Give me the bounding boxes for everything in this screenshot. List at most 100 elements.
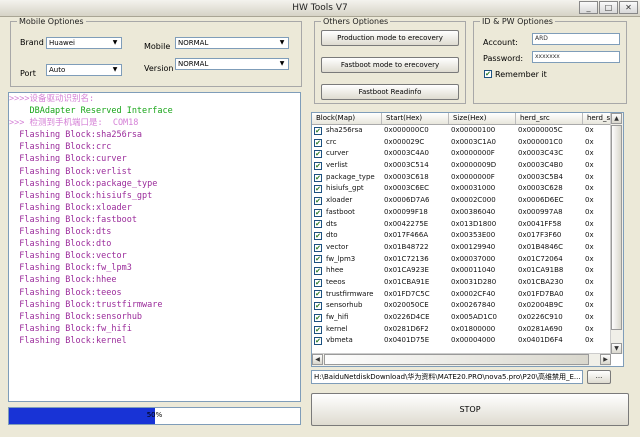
table-cell: 0x0000009D (451, 161, 497, 170)
table-cell: 0x01FD7BA0 (518, 289, 564, 298)
row-checkbox[interactable]: ✔ (314, 232, 322, 241)
table-cell: 0x0281A690 (518, 324, 563, 333)
table-row[interactable]: ✔ hisiufs_gpt 0x0003C6EC 0x00031000 0x0003C6… (312, 183, 612, 195)
mobile-select[interactable]: NORMAL ▼ (175, 37, 289, 49)
table-cell: 0x (585, 242, 594, 251)
table-row[interactable]: ✔ vbmeta 0x0401D75E 0x00004000 0x0401D6F4 0x (312, 335, 612, 347)
account-input[interactable]: ARD (532, 33, 620, 45)
log-line: >>> 检测到手机端口是: COM18 (9, 118, 139, 129)
port-select[interactable]: Auto ▼ (46, 64, 122, 76)
mobile-label: Mobile (144, 42, 171, 51)
row-checkbox[interactable]: ✔ (314, 290, 322, 299)
table-row[interactable]: ✔ teeos 0x01CBA91E 0x0031D280 0x01CBA230 0x (312, 277, 612, 289)
table-cell: 0x000001C0 (518, 137, 563, 146)
table-cell: 0x (585, 172, 594, 181)
id-pw-options-legend: ID & PW Optiones (482, 17, 553, 26)
browse-button[interactable]: ... (587, 370, 611, 384)
row-checkbox[interactable]: ✔ (314, 173, 322, 182)
progress-label: 50% (146, 411, 163, 419)
table-cell: 0x (585, 184, 594, 193)
table-row[interactable]: ✔ curver 0x0003C4A0 0x0000000F 0x0003C43C 0x (312, 148, 612, 160)
row-checkbox[interactable]: ✔ (314, 185, 322, 194)
column-header-herd-sr[interactable]: herd_sr (583, 113, 612, 124)
fastboot-mode-button[interactable]: Fastboot mode to erecovery (321, 57, 459, 73)
table-cell: 0x0031D280 (451, 277, 497, 286)
account-label: Account: (483, 38, 518, 47)
column-header-herd-src[interactable]: herd_src (516, 113, 583, 124)
row-checkbox[interactable]: ✔ (314, 255, 322, 264)
chevron-down-icon[interactable]: ▼ (110, 39, 120, 47)
row-checkbox[interactable]: ✔ (314, 278, 322, 287)
log-line: Flashing Block:dto (9, 239, 112, 250)
chevron-down-icon[interactable]: ▼ (277, 60, 287, 68)
brand-select[interactable]: Huawei ▼ (46, 37, 122, 49)
table-row[interactable]: ✔ fw_lpm3 0x01C72136 0x00037000 0x01C72064 0x (312, 254, 612, 266)
stop-button[interactable]: STOP (311, 393, 629, 426)
table-row[interactable]: ✔ trustfirmware 0x01FD7C5C 0x0002CF40 0x01FD… (312, 289, 612, 301)
block-name-text: curver (326, 149, 349, 158)
table-cell: 0x01CA91B8 (518, 266, 564, 275)
row-checkbox[interactable]: ✔ (314, 302, 322, 311)
firmware-path-input[interactable]: H:\BaiduNetdiskDownload\华为资料\MATE20.PRO\… (311, 370, 583, 384)
scroll-up-icon[interactable]: ▲ (611, 113, 622, 124)
scroll-left-icon[interactable]: ◀ (312, 354, 323, 365)
table-row[interactable]: ✔ vector 0x01B48722 0x00129940 0x01B4846C 0x (312, 242, 612, 254)
production-mode-button[interactable]: Production mode to erecovery (321, 30, 459, 46)
table-row[interactable]: ✔ kernel 0x0281D6F2 0x01800000 0x0281A690 0x (312, 324, 612, 336)
minimize-icon[interactable]: _ (579, 1, 598, 14)
row-checkbox[interactable]: ✔ (314, 150, 322, 159)
scroll-down-icon[interactable]: ▼ (611, 343, 622, 354)
log-line: Flashing Block:package_type (9, 178, 158, 189)
horizontal-scrollbar[interactable]: ◀ ▶ (312, 353, 611, 366)
password-input[interactable]: xxxxxxx (532, 51, 620, 63)
column-header-size[interactable]: Size(Hex) (449, 113, 516, 124)
scroll-right-icon[interactable]: ▶ (600, 354, 611, 365)
row-checkbox[interactable]: ✔ (314, 161, 322, 170)
row-checkbox[interactable]: ✔ (314, 337, 322, 346)
row-checkbox[interactable]: ✔ (314, 313, 322, 322)
row-checkbox[interactable]: ✔ (314, 196, 322, 205)
row-checkbox[interactable]: ✔ (314, 267, 322, 276)
table-row[interactable]: ✔ dto 0x017F466A 0x00353E00 0x017F3F60 0x (312, 230, 612, 242)
partition-table[interactable]: Block(Map) Start(Hex) Size(Hex) herd_src… (311, 112, 624, 367)
table-row[interactable]: ✔ xloader 0x0006D7A6 0x0002C000 0x0006D6EC 0x (312, 195, 612, 207)
log-panel[interactable]: >>>>设备驱动识别名: DBAdapter Reserved Interfac… (8, 92, 301, 402)
cell-block-name: ✔ fastboot (312, 207, 382, 219)
row-checkbox[interactable]: ✔ (314, 138, 322, 147)
table-cell: 0x (585, 137, 594, 146)
row-checkbox[interactable]: ✔ (314, 325, 322, 334)
row-checkbox[interactable]: ✔ (314, 126, 322, 135)
column-header-block[interactable]: Block(Map) (312, 113, 382, 124)
table-row[interactable]: ✔ verlist 0x0003C514 0x0000009D 0x0003C4B0 0x (312, 160, 612, 172)
row-checkbox[interactable]: ✔ (314, 208, 322, 217)
others-options-legend: Others Optiones (323, 17, 389, 26)
table-cell: 0x02004B9C (518, 301, 564, 310)
table-row[interactable]: ✔ fw_hifi 0x0226D4CE 0x005AD1C0 0x0226C910 0x (312, 312, 612, 324)
column-header-start[interactable]: Start(Hex) (382, 113, 449, 124)
chevron-down-icon[interactable]: ▼ (277, 39, 287, 47)
vertical-scroll-thumb[interactable] (611, 125, 622, 330)
table-cell: 0x0002C000 (451, 196, 496, 205)
version-select[interactable]: NORMAL ▼ (175, 58, 289, 70)
row-checkbox[interactable]: ✔ (314, 220, 322, 229)
table-row[interactable]: ✔ package_type 0x0003C618 0x0000000F 0x0003C… (312, 172, 612, 184)
fastboot-readinfo-button[interactable]: Fastboot Readinfo (321, 84, 459, 100)
table-header: Block(Map) Start(Hex) Size(Hex) herd_src… (312, 113, 612, 125)
table-row[interactable]: ✔ sha256rsa 0x000000C0 0x00000100 0x0000005C… (312, 125, 612, 137)
table-row[interactable]: ✔ sensorhub 0x020050CE 0x00267840 0x02004B9C… (312, 300, 612, 312)
table-row[interactable]: ✔ dts 0x0042275E 0x013D1800 0x0041FF58 0x (312, 219, 612, 231)
chevron-down-icon[interactable]: ▼ (110, 66, 120, 74)
table-cell: 0x00000100 (451, 126, 496, 134)
remember-checkbox[interactable]: ✔ (484, 70, 492, 78)
table-row[interactable]: ✔ crc 0x000029C 0x0003C1A0 0x000001C0 0x (312, 137, 612, 149)
row-checkbox[interactable]: ✔ (314, 243, 322, 252)
close-icon[interactable]: ✕ (619, 1, 638, 14)
table-cell: 0x0401D6F4 (518, 336, 563, 345)
vertical-scrollbar[interactable]: ▲ ▼ (610, 113, 623, 354)
maximize-icon[interactable]: □ (599, 1, 618, 14)
table-row[interactable]: ✔ fastboot 0x00099F18 0x00386040 0x000997A8 0… (312, 207, 612, 219)
horizontal-scroll-thumb[interactable] (324, 354, 589, 365)
log-line: Flashing Block:fw_hifi (9, 323, 132, 334)
log-line: Flashing Block:sensorhub (9, 311, 143, 322)
table-row[interactable]: ✔ hhee 0x01CA923E 0x00011040 0x01CA91B8 0x (312, 265, 612, 277)
